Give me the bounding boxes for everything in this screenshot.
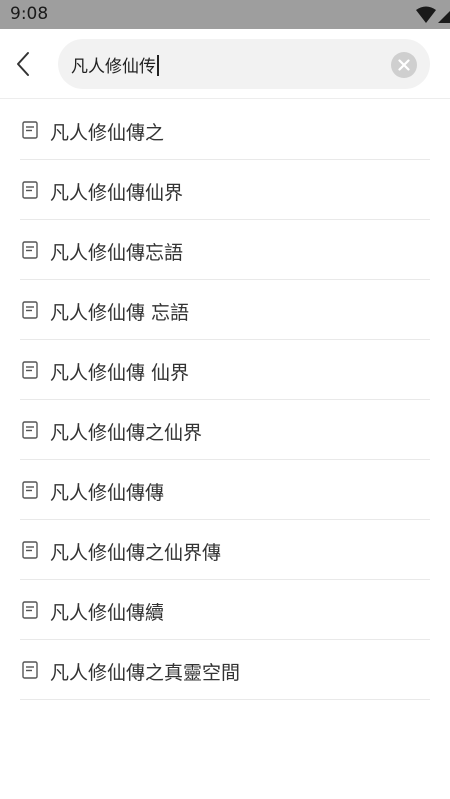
chevron-left-icon [17,52,29,76]
document-icon [22,661,38,679]
document-icon [22,181,38,199]
clear-search-button[interactable] [391,52,417,78]
suggestion-item[interactable]: 凡人修仙傳之仙界傳 [20,520,430,580]
suggestion-item[interactable]: 凡人修仙傳之 [20,100,430,160]
wifi-icon [416,6,436,23]
document-icon [22,361,38,379]
document-icon [22,421,38,439]
suggestion-item[interactable]: 凡人修仙傳之仙界 [20,400,430,460]
suggestion-label: 凡人修仙傳傳 [50,482,165,504]
suggestion-label: 凡人修仙傳之 [50,122,165,144]
document-icon [22,301,38,319]
search-input[interactable]: 凡人修仙传 [71,52,159,77]
suggestion-item[interactable]: 凡人修仙傳忘語 [20,220,430,280]
document-icon [22,541,38,559]
suggestion-label: 凡人修仙傳 仙界 [50,362,190,384]
suggestion-item[interactable]: 凡人修仙傳續 [20,580,430,640]
search-header: 凡人修仙传 [0,29,450,99]
suggestion-label: 凡人修仙傳仙界 [50,182,184,204]
document-icon [22,121,38,139]
document-icon [22,241,38,259]
suggestion-label: 凡人修仙傳之仙界 [50,422,203,444]
text-caret [157,55,159,76]
clear-circle-icon [398,59,410,71]
signal-icon [438,11,450,23]
back-button[interactable] [6,43,40,85]
status-bar: 9:08 [0,0,450,29]
suggestion-list: 凡人修仙傳之 凡人修仙傳仙界 凡人修仙傳忘語 凡人修仙傳 忘語 凡人修仙傳 仙界 [0,100,450,700]
suggestion-item[interactable]: 凡人修仙傳傳 [20,460,430,520]
search-input-value: 凡人修仙传 [71,57,156,77]
suggestion-label: 凡人修仙傳續 [50,602,165,624]
search-box[interactable]: 凡人修仙传 [58,39,430,89]
suggestion-item[interactable]: 凡人修仙傳仙界 [20,160,430,220]
suggestion-item[interactable]: 凡人修仙傳 忘語 [20,280,430,340]
status-time: 9:08 [10,4,49,24]
suggestion-label: 凡人修仙傳之真靈空間 [50,662,241,684]
document-icon [22,481,38,499]
suggestion-item[interactable]: 凡人修仙傳之真靈空間 [20,640,430,700]
suggestion-item[interactable]: 凡人修仙傳 仙界 [20,340,430,400]
suggestion-label: 凡人修仙傳 忘語 [50,302,190,324]
suggestion-label: 凡人修仙傳忘語 [50,242,184,264]
document-icon [22,601,38,619]
suggestion-label: 凡人修仙傳之仙界傳 [50,542,222,564]
